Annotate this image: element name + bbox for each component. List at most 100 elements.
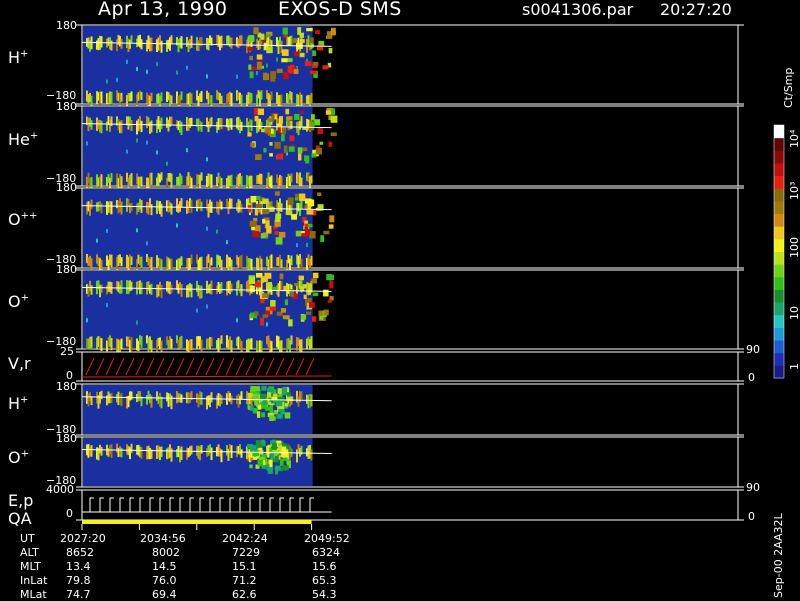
spectrogram-cell <box>328 224 334 229</box>
spectrogram-cell <box>90 445 93 457</box>
spectrogram-cell <box>310 449 313 461</box>
spectrogram-cell <box>130 35 133 44</box>
ephemeris-value: 8652 <box>66 546 94 559</box>
spectrogram-cell <box>283 285 289 291</box>
spectrogram-cell <box>300 339 303 353</box>
spectrogram-cell <box>265 34 271 38</box>
spectrogram-cell <box>130 391 133 400</box>
spectrogram-cell <box>294 113 300 121</box>
spectrogram-cell <box>300 110 304 115</box>
spectrogram-cell <box>210 174 213 188</box>
header-time: 20:27:20 <box>660 0 732 19</box>
spectrogram-cell <box>180 446 183 460</box>
spectrogram-cell <box>160 92 163 102</box>
spectrogram-cell <box>311 153 317 158</box>
spectrogram-cell <box>249 55 253 61</box>
spectrogram-cell <box>250 175 253 188</box>
spectrogram-cell <box>110 40 113 51</box>
spectrogram-cell <box>110 338 113 351</box>
spectrogram-cell <box>278 231 286 238</box>
panel-label-o-plus-2: O+ <box>8 448 29 467</box>
ephemeris-value: 71.2 <box>232 574 257 587</box>
spectrogram-cell <box>264 272 272 279</box>
spectrogram-cell <box>100 338 103 351</box>
spectrogram-cell <box>283 145 288 154</box>
colorbar-label: 100 <box>788 237 800 258</box>
colorbar-unit: Ct/Smp <box>782 67 795 108</box>
spectrogram-cell <box>200 121 203 132</box>
qa-bar <box>82 520 312 524</box>
spectrogram-cell <box>90 285 93 295</box>
spectrogram-cell <box>90 199 93 209</box>
spectrogram-cell <box>130 256 133 266</box>
spectrogram-cell <box>90 396 93 406</box>
spectrogram-cell <box>240 94 243 106</box>
colorbar-segment <box>774 276 784 290</box>
spectrogram-cell <box>288 146 295 152</box>
spectrogram-cell <box>110 444 113 458</box>
spectrogram-cell <box>286 116 293 120</box>
spectrogram-cell <box>300 177 303 186</box>
spectrogram-cell <box>322 65 329 70</box>
tick-label: 4000 <box>46 483 74 496</box>
right-tick-label: 0 <box>748 371 755 384</box>
spectrogram-cell <box>180 256 183 266</box>
ephemeris-value: 62.6 <box>232 588 257 601</box>
spectrogram-cell <box>274 231 279 235</box>
spectrogram-cell <box>249 285 255 293</box>
spectrogram-cell <box>285 108 290 115</box>
spectrogram-cell <box>280 259 283 269</box>
spectrogram-cell <box>160 203 163 217</box>
spectrogram-cell <box>310 37 314 44</box>
spectrogram-cell <box>288 201 293 206</box>
spectrogram-cell <box>274 141 281 149</box>
spectrogram-cell <box>130 336 133 351</box>
spectrogram-cell <box>291 214 298 220</box>
spectrogram-cell <box>100 390 103 400</box>
spectrogram-cell <box>140 336 143 348</box>
colorbar-segment <box>774 314 784 328</box>
spectrogram-cell <box>298 275 304 281</box>
spectrogram-cell <box>100 284 103 293</box>
spectrogram-cell <box>120 338 123 350</box>
spectrogram-cell <box>196 308 198 313</box>
spectrogram-cell <box>200 91 203 102</box>
spectrogram-cell <box>130 91 133 102</box>
ephemeris-value: 2034:56 <box>140 532 186 545</box>
spectrogram-cell <box>309 231 316 239</box>
colorbar-segment <box>774 302 784 316</box>
spectrogram-cell <box>262 400 268 405</box>
spectrogram-cell <box>256 61 262 70</box>
ephemeris-value: 2049:52 <box>304 532 350 545</box>
spectrogram-cell <box>170 338 173 349</box>
spectrogram-cell <box>306 311 312 315</box>
spectrogram-cell <box>277 396 285 402</box>
spectrogram-cell <box>270 300 276 307</box>
spectrogram-cell <box>250 93 253 103</box>
spectrogram-cell <box>236 74 238 79</box>
spectrogram-cell <box>315 30 320 35</box>
spectrogram-cell <box>310 175 313 184</box>
spectrogram-cell <box>100 446 103 456</box>
spectrogram-cell <box>226 240 228 245</box>
spectrogram-cell <box>106 79 108 84</box>
spectrogram-cell <box>290 335 293 345</box>
spectrogram-cell <box>120 393 123 407</box>
spectrogram-cell <box>323 309 329 316</box>
spectrogram-cell <box>293 38 298 43</box>
spectrogram-cell <box>220 282 223 293</box>
ephemeris-row-name: ALT <box>20 546 39 559</box>
spectrogram-cell <box>300 314 307 320</box>
spectrogram-cell <box>120 39 123 49</box>
spectrogram-cell <box>150 120 153 133</box>
spectrogram-cell <box>325 110 332 115</box>
spectrogram-cell <box>276 153 284 160</box>
spectrogram-cell <box>282 27 288 35</box>
spectrogram-cell <box>295 230 302 237</box>
spectrogram-cell <box>296 243 298 248</box>
spectrogram-cell <box>186 148 188 153</box>
ephemeris-value: 76.0 <box>152 574 177 587</box>
ephemeris-value: 54.3 <box>312 588 337 601</box>
spectrogram-cell <box>264 73 270 81</box>
spectrogram-cell <box>266 322 268 327</box>
